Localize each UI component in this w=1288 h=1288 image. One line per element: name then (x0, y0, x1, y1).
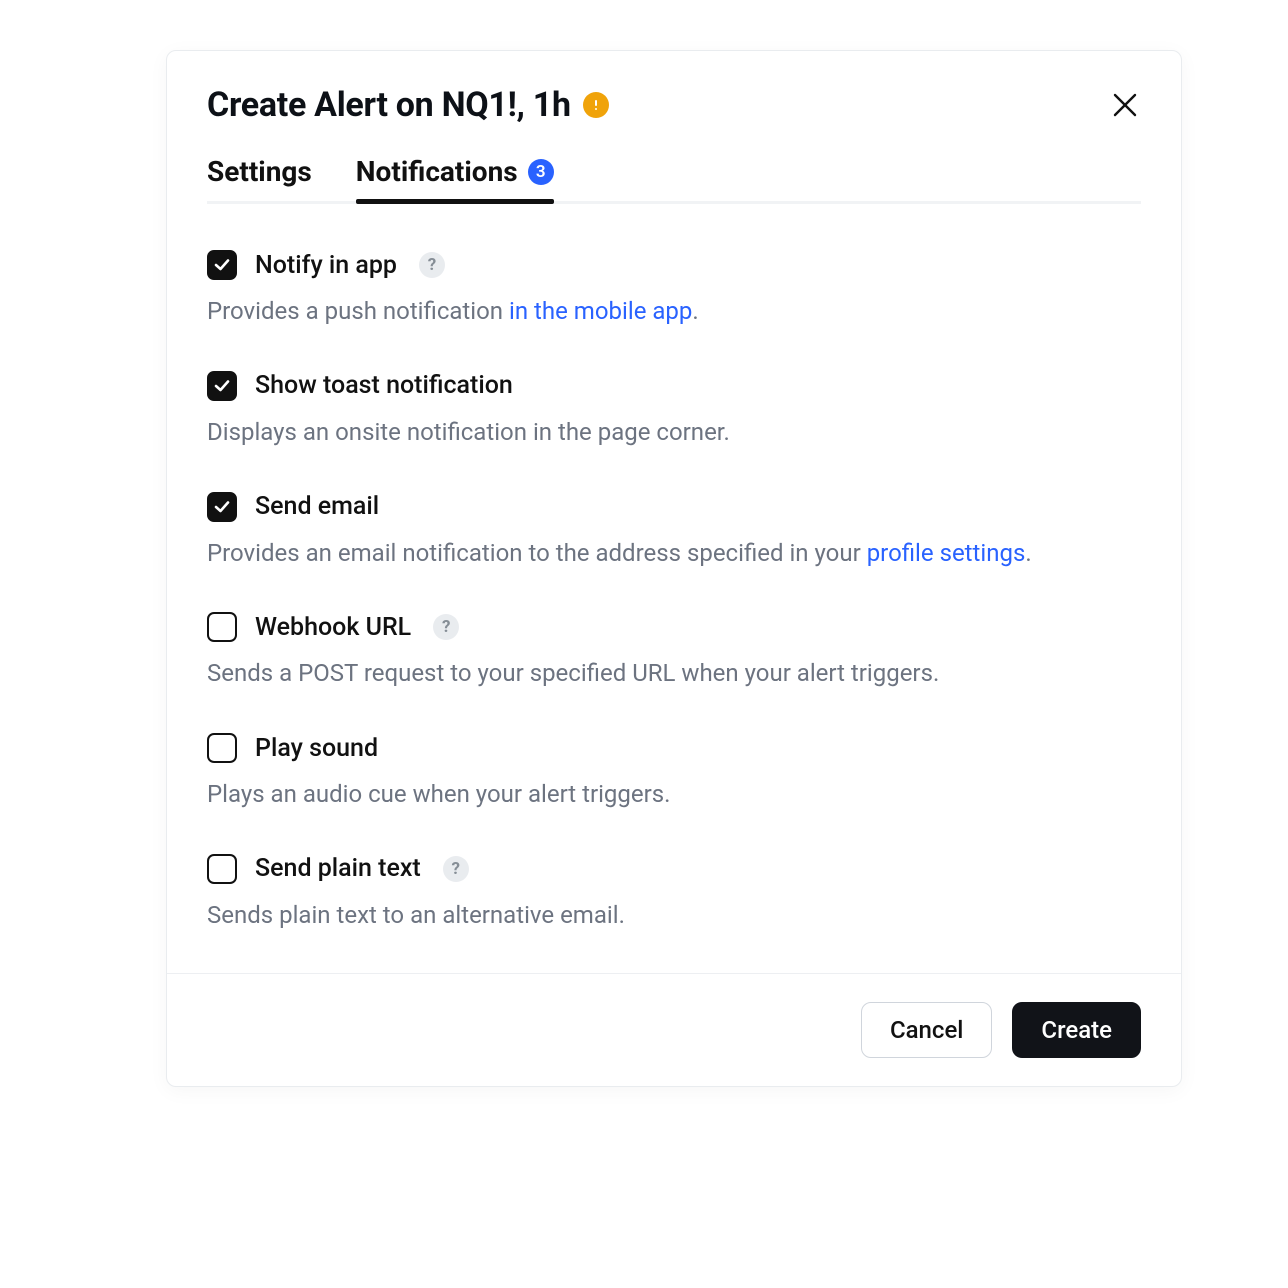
button-label: Create (1041, 1016, 1112, 1044)
tab-label: Settings (207, 155, 312, 188)
dialog-title: Create Alert on NQ1!, 1h (207, 85, 571, 125)
desc-link[interactable]: in the mobile app (509, 297, 692, 325)
desc-pre: Sends plain text to an alternative email… (207, 901, 625, 929)
tabs: Settings Notifications 3 (167, 155, 1181, 204)
option-head: Send email (207, 492, 1141, 522)
option-description: Sends a POST request to your specified U… (207, 656, 1141, 691)
option-checkbox[interactable] (207, 612, 237, 642)
desc-pre: Provides an email notification to the ad… (207, 539, 867, 567)
desc-pre: Displays an onsite notification in the p… (207, 418, 730, 446)
option-checkbox[interactable] (207, 250, 237, 280)
help-icon[interactable]: ? (419, 252, 445, 278)
option-description: Plays an audio cue when your alert trigg… (207, 777, 1141, 812)
notification-option-0: Notify in app ? Provides a push notifica… (207, 250, 1141, 329)
check-icon (213, 498, 231, 516)
cancel-button[interactable]: Cancel (861, 1002, 992, 1058)
desc-pre: Sends a POST request to your specified U… (207, 659, 939, 687)
tab-notifications[interactable]: Notifications 3 (356, 155, 554, 204)
dialog-header: Create Alert on NQ1!, 1h (167, 51, 1181, 155)
option-head: Show toast notification (207, 371, 1141, 401)
option-label: Notify in app (255, 251, 397, 280)
create-button[interactable]: Create (1012, 1002, 1141, 1058)
option-description: Provides a push notification in the mobi… (207, 294, 1141, 329)
option-label: Play sound (255, 734, 378, 763)
notification-option-2: Send email Provides an email notificatio… (207, 492, 1141, 571)
option-checkbox[interactable] (207, 854, 237, 884)
option-description: Provides an email notification to the ad… (207, 536, 1141, 571)
option-head: Play sound (207, 733, 1141, 763)
desc-pre: Provides a push notification (207, 297, 509, 325)
option-checkbox[interactable] (207, 492, 237, 522)
options-list: Notify in app ? Provides a push notifica… (167, 204, 1181, 973)
option-label: Show toast notification (255, 371, 513, 400)
option-description: Displays an onsite notification in the p… (207, 415, 1141, 450)
check-icon (213, 256, 231, 274)
option-checkbox[interactable] (207, 371, 237, 401)
create-alert-dialog: Create Alert on NQ1!, 1h Settings Notifi… (166, 50, 1182, 1087)
desc-pre: Plays an audio cue when your alert trigg… (207, 780, 670, 808)
notification-option-4: Play sound Plays an audio cue when your … (207, 733, 1141, 812)
notification-option-1: Show toast notification Displays an onsi… (207, 371, 1141, 450)
help-icon[interactable]: ? (443, 856, 469, 882)
desc-link[interactable]: profile settings (867, 539, 1026, 567)
option-checkbox[interactable] (207, 733, 237, 763)
tab-settings[interactable]: Settings (207, 155, 312, 204)
close-icon (1111, 91, 1139, 119)
button-label: Cancel (890, 1016, 963, 1044)
warning-icon (583, 92, 609, 118)
option-head: Notify in app ? (207, 250, 1141, 280)
dialog-footer: Cancel Create (167, 973, 1181, 1086)
desc-post: . (692, 297, 698, 325)
option-head: Send plain text ? (207, 854, 1141, 884)
help-icon[interactable]: ? (433, 614, 459, 640)
option-label: Send plain text (255, 854, 421, 883)
notification-option-3: Webhook URL ? Sends a POST request to yo… (207, 612, 1141, 691)
title-wrap: Create Alert on NQ1!, 1h (207, 85, 609, 125)
notifications-count-badge: 3 (528, 159, 554, 185)
close-button[interactable] (1109, 89, 1141, 121)
desc-post: . (1025, 539, 1031, 567)
notification-option-5: Send plain text ? Sends plain text to an… (207, 854, 1141, 933)
option-head: Webhook URL ? (207, 612, 1141, 642)
tab-label: Notifications (356, 155, 518, 188)
option-label: Send email (255, 492, 379, 521)
option-label: Webhook URL (255, 613, 411, 642)
check-icon (213, 377, 231, 395)
option-description: Sends plain text to an alternative email… (207, 898, 1141, 933)
